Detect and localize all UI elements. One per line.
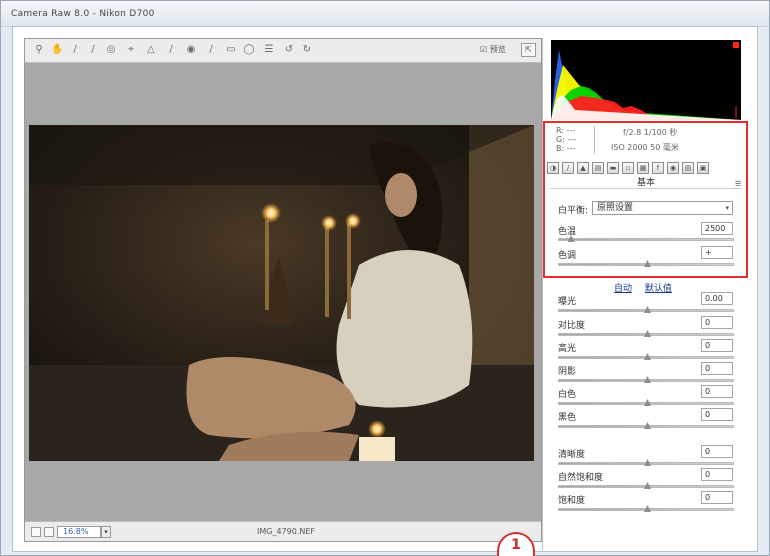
window-title: Camera Raw 8.0 - Nikon D700 xyxy=(11,9,155,19)
rgb-readout: R: --- G: --- B: --- xyxy=(556,126,576,153)
graduated-filter-icon[interactable]: ▭ xyxy=(225,44,237,56)
info-divider xyxy=(594,126,595,154)
slider-track[interactable] xyxy=(558,422,734,429)
photo-preview xyxy=(29,125,534,461)
status-bar: 16.8% ▾ IMG_4790.NEF xyxy=(25,521,541,541)
target-adjust-icon[interactable]: ◎ xyxy=(105,44,117,56)
slider-value-input[interactable]: 0.00 xyxy=(701,292,733,305)
basic-tab-icon[interactable]: ◑ xyxy=(547,162,559,174)
plus-zoom-button[interactable] xyxy=(44,527,54,537)
color-sampler-icon[interactable]: ∕ xyxy=(87,44,99,56)
title-bar: Camera Raw 8.0 - Nikon D700 xyxy=(1,1,769,27)
photo-image xyxy=(29,125,534,461)
white-balance-icon[interactable]: ∕ xyxy=(69,44,81,56)
slider-value-input[interactable]: 0 xyxy=(701,385,733,398)
slider-value-input[interactable]: 0 xyxy=(701,362,733,375)
straighten-icon[interactable]: △ xyxy=(145,44,157,56)
slider-track[interactable] xyxy=(558,306,734,313)
slider-track[interactable] xyxy=(558,505,734,512)
b-value: B: --- xyxy=(556,144,576,153)
slider-label: 对比度 xyxy=(558,321,586,331)
zoom-icon[interactable]: ⚲ xyxy=(33,44,45,56)
camera-settings-info: ISO 2000 50 毫米 xyxy=(611,143,679,152)
slider-value-input[interactable]: 0 xyxy=(701,491,733,504)
preview-panel: ⚲ ✋ ∕ ∕ ◎ ⌖ △ ∕ ◉ ∕ ▭ ◯ ☰ ↺ ↻ ☑ 预览 ⇱ 16.… xyxy=(24,38,542,542)
snapshots-tab-icon[interactable]: ▣ xyxy=(697,162,709,174)
slider-track[interactable] xyxy=(558,399,734,406)
slider-value-input[interactable]: 0 xyxy=(701,408,733,421)
temperature-label: 色温 xyxy=(558,227,577,237)
chevron-down-icon: ▾ xyxy=(725,204,729,212)
camera-info: R: --- G: --- B: --- f/2.8 1/100 秒 ISO 2… xyxy=(556,126,742,156)
slider-label: 自然饱和度 xyxy=(558,473,604,483)
tone-curve-tab-icon[interactable]: ∕ xyxy=(562,162,574,174)
slider-value-input[interactable]: 0 xyxy=(701,445,733,458)
auto-link[interactable]: 自动 xyxy=(614,284,632,294)
white-balance-select[interactable]: 原照设置 ▾ xyxy=(592,201,733,215)
effects-tab-icon[interactable]: ▦ xyxy=(637,162,649,174)
radial-filter-icon[interactable]: ◯ xyxy=(243,44,255,56)
tint-slider[interactable] xyxy=(558,260,734,267)
spot-removal-icon[interactable]: ∕ xyxy=(165,44,177,56)
adjustment-brush-icon[interactable]: ∕ xyxy=(205,44,217,56)
histogram xyxy=(551,40,741,120)
slider-label: 饱和度 xyxy=(558,496,586,506)
panel-tabs: ◑ ∕ ▲ ▤ ▬ ▫ ▦ f ◉ ▤ ▣ xyxy=(547,161,745,177)
panel-menu-icon[interactable]: ☰ xyxy=(735,180,741,188)
rotate-left-icon[interactable]: ↺ xyxy=(283,44,295,56)
camera-calibration-tab-icon[interactable]: ◉ xyxy=(667,162,679,174)
r-value: R: --- xyxy=(556,126,576,135)
crop-icon[interactable]: ⌖ xyxy=(125,44,137,56)
slider-label: 曝光 xyxy=(558,297,577,307)
presets-tab-icon[interactable]: ▤ xyxy=(682,162,694,174)
preview-label: 预览 xyxy=(489,45,506,54)
preview-checkbox[interactable]: ☑ 预览 xyxy=(480,44,506,55)
hand-icon[interactable]: ✋ xyxy=(51,44,63,56)
slider-label: 黑色 xyxy=(558,413,577,423)
lens-tab-icon[interactable]: ▫ xyxy=(622,162,634,174)
auto-default-links: 自动 默认值 xyxy=(614,281,682,294)
file-name: IMG_4790.NEF xyxy=(257,527,316,536)
fullscreen-icon[interactable]: ⇱ xyxy=(521,43,536,57)
exposure-info: f/2.8 1/100 秒 xyxy=(623,128,678,137)
slider-track[interactable] xyxy=(558,482,734,489)
preferences-icon[interactable]: ☰ xyxy=(263,44,275,56)
slider-label: 高光 xyxy=(558,344,577,354)
tint-input[interactable]: + xyxy=(701,246,733,259)
slider-value-input[interactable]: 0 xyxy=(701,468,733,481)
fx-tab-icon[interactable]: f xyxy=(652,162,664,174)
white-balance-value: 原照设置 xyxy=(597,203,634,213)
split-toning-tab-icon[interactable]: ▬ xyxy=(607,162,619,174)
tint-label: 色调 xyxy=(558,251,577,261)
detail-tab-icon[interactable]: ▲ xyxy=(577,162,589,174)
slider-track[interactable] xyxy=(558,353,734,360)
temperature-input[interactable]: 2500 xyxy=(701,222,733,235)
toolbar: ⚲ ✋ ∕ ∕ ◎ ⌖ △ ∕ ◉ ∕ ▭ ◯ ☰ ↺ ↻ ☑ 预览 ⇱ xyxy=(25,39,541,63)
zoom-level[interactable]: 16.8% xyxy=(57,526,101,538)
slider-label: 阴影 xyxy=(558,367,577,377)
default-link[interactable]: 默认值 xyxy=(645,284,672,294)
slider-value-input[interactable]: 0 xyxy=(701,316,733,329)
slider-track[interactable] xyxy=(558,459,734,466)
temperature-slider[interactable] xyxy=(558,235,734,242)
minus-zoom-button[interactable] xyxy=(31,527,41,537)
slider-track[interactable] xyxy=(558,330,734,337)
slider-value-input[interactable]: 0 xyxy=(701,339,733,352)
g-value: G: --- xyxy=(556,135,577,144)
slider-label: 白色 xyxy=(558,390,577,400)
zoom-dropdown-icon[interactable]: ▾ xyxy=(101,526,111,538)
hsl-tab-icon[interactable]: ▤ xyxy=(592,162,604,174)
rotate-right-icon[interactable]: ↻ xyxy=(301,44,313,56)
slider-track[interactable] xyxy=(558,376,734,383)
basic-section-title: 基本 xyxy=(550,179,742,189)
white-balance-label: 白平衡: xyxy=(558,206,589,216)
red-eye-icon[interactable]: ◉ xyxy=(185,44,197,56)
slider-label: 清晰度 xyxy=(558,450,586,460)
